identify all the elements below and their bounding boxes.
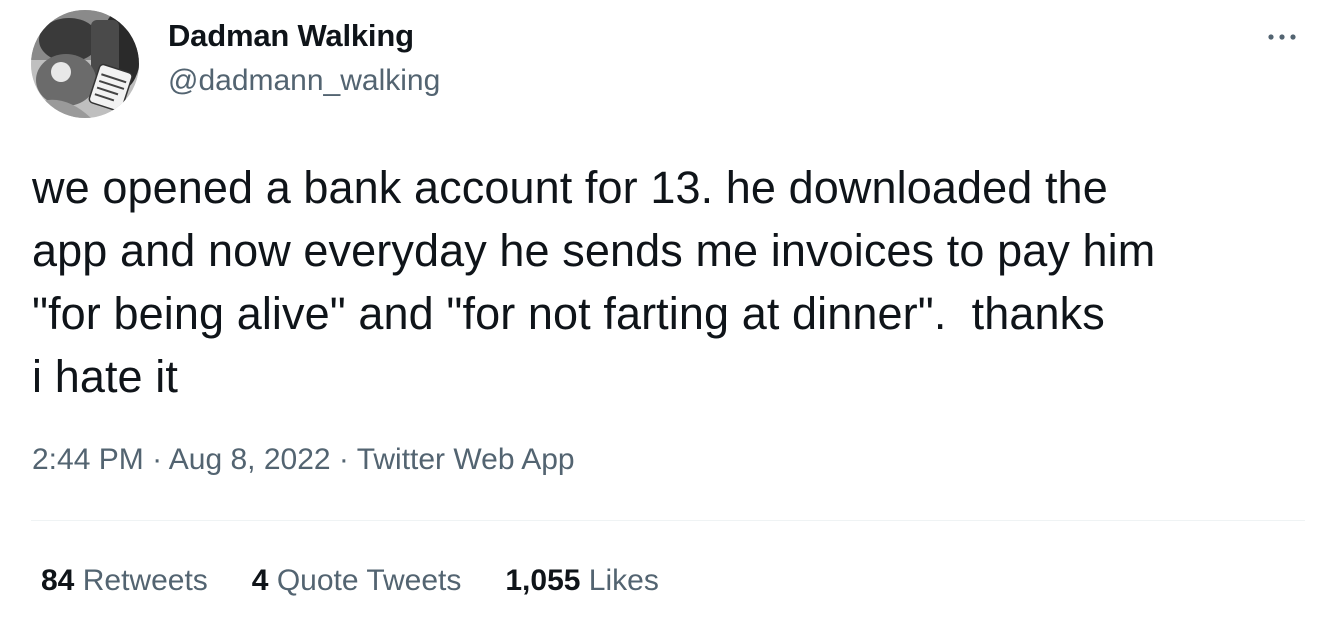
author-display-name[interactable]: Dadman Walking bbox=[168, 18, 414, 54]
quote-tweets-label: Quote Tweets bbox=[276, 564, 462, 597]
retweets-label: Retweets bbox=[82, 564, 208, 597]
avatar[interactable] bbox=[31, 10, 139, 118]
tweet-time[interactable]: 2:44 PM bbox=[32, 443, 144, 476]
more-options-icon[interactable] bbox=[1262, 22, 1302, 52]
meta-separator: · bbox=[330, 443, 357, 476]
likes-stat[interactable]: 1,055 Likes bbox=[505, 564, 658, 598]
quote-tweets-count: 4 bbox=[251, 564, 269, 597]
tweet-meta: 2:44 PM · Aug 8, 2022 · Twitter Web App bbox=[32, 443, 575, 477]
tweet-text: we opened a bank account for 13. he down… bbox=[32, 162, 1156, 402]
meta-separator: · bbox=[143, 443, 169, 476]
tweet-source[interactable]: Twitter Web App bbox=[357, 443, 575, 476]
divider bbox=[31, 520, 1305, 521]
author-handle[interactable]: @dadmann_walking bbox=[168, 64, 440, 98]
tweet-stats: 84 Retweets 4 Quote Tweets 1,055 Likes bbox=[41, 564, 703, 598]
retweets-count: 84 bbox=[41, 564, 75, 597]
likes-label: Likes bbox=[588, 564, 659, 597]
likes-count: 1,055 bbox=[505, 564, 581, 597]
retweets-stat[interactable]: 84 Retweets bbox=[41, 564, 208, 598]
tweet-date[interactable]: Aug 8, 2022 bbox=[169, 443, 331, 476]
tweet-card: Dadman Walking @dadmann_walking we opene… bbox=[0, 0, 1344, 626]
avatar-image bbox=[31, 10, 139, 118]
quote-tweets-stat[interactable]: 4 Quote Tweets bbox=[252, 564, 462, 598]
